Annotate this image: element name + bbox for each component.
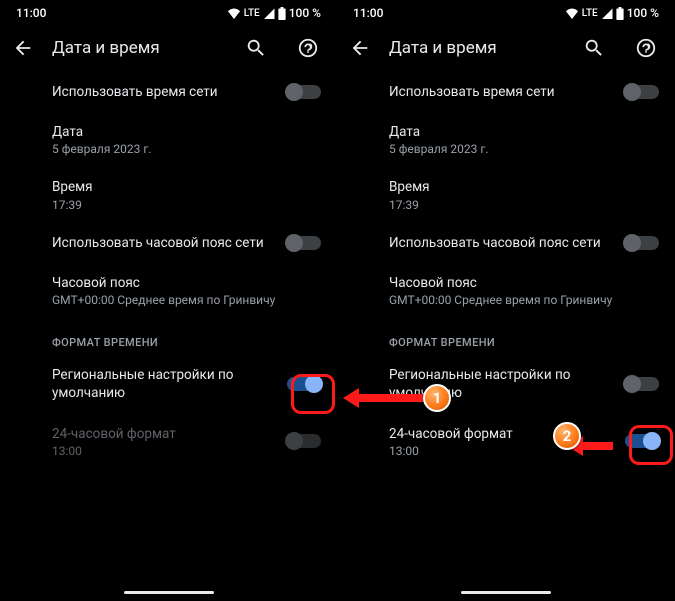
toggle-use-network-tz[interactable] (625, 236, 659, 250)
screen-right: 11:00 LTE 100 % Дата и время Использоват… (337, 0, 675, 601)
label: Использовать часовой пояс сети (389, 234, 619, 252)
toggle-use-network-time[interactable] (287, 85, 321, 99)
label: Региональные настройки по умолчанию (389, 366, 619, 402)
status-icons: LTE 100 % (565, 6, 659, 20)
toggle-regional-defaults[interactable] (625, 377, 659, 391)
row-use-network-tz[interactable]: Использовать часовой пояс сети (337, 223, 675, 263)
row-timezone[interactable]: Часовой пояс GMT+00:00 Среднее время по … (337, 263, 675, 318)
label: 24-часовой формат (52, 425, 281, 443)
back-icon[interactable] (12, 37, 34, 59)
page-title: Дата и время (389, 38, 565, 58)
label: Часовой пояс (389, 274, 619, 292)
toggle-24h-format[interactable] (625, 434, 659, 448)
value: 13:00 (52, 444, 281, 458)
label: Дата (52, 123, 281, 141)
signal-icon (263, 8, 275, 19)
label: Дата (389, 123, 619, 141)
app-bar: Дата и время (0, 26, 337, 70)
status-time: 11:00 (16, 6, 46, 20)
page-title: Дата и время (52, 38, 227, 58)
search-icon[interactable] (583, 37, 605, 59)
value: GMT+00:00 Среднее время по Гринвичу (52, 293, 281, 307)
value: 5 февраля 2023 г. (52, 142, 281, 156)
row-use-network-tz[interactable]: Использовать часовой пояс сети (0, 223, 337, 263)
toggle-use-network-time[interactable] (625, 85, 659, 99)
value: GMT+00:00 Среднее время по Гринвичу (389, 293, 619, 307)
status-icons: LTE 100 % (227, 6, 321, 20)
screen-left: 11:00 LTE 100 % Дата и время Использоват… (0, 0, 337, 601)
row-24h-format[interactable]: 24-часовой формат 13:00 (337, 414, 675, 469)
row-timezone[interactable]: Часовой пояс GMT+00:00 Среднее время по … (0, 263, 337, 318)
battery-icon (616, 7, 624, 20)
label: Использовать время сети (52, 83, 281, 101)
battery-icon (278, 7, 286, 20)
nav-bar-pill[interactable] (124, 591, 214, 594)
row-time[interactable]: Время 17:39 (0, 167, 337, 222)
row-date[interactable]: Дата 5 февраля 2023 г. (337, 112, 675, 167)
row-use-network-time[interactable]: Использовать время сети (337, 72, 675, 112)
row-24h-format: 24-часовой формат 13:00 (0, 414, 337, 469)
status-time: 11:00 (353, 6, 383, 20)
label: Часовой пояс (52, 274, 281, 292)
value: 13:00 (389, 444, 619, 458)
label: Время (52, 178, 281, 196)
help-icon[interactable] (297, 37, 319, 59)
row-regional-defaults[interactable]: Региональные настройки по умолчанию (0, 355, 337, 413)
toggle-24h-format (287, 434, 321, 448)
status-battery: 100 % (627, 6, 659, 20)
wifi-icon (227, 8, 241, 19)
section-time-format: ФОРМАТ ВРЕМЕНИ (337, 318, 675, 355)
toggle-use-network-tz[interactable] (287, 236, 321, 250)
help-icon[interactable] (635, 37, 657, 59)
status-network: LTE (244, 8, 260, 19)
label: Региональные настройки по умолчанию (52, 366, 281, 402)
settings-list: Использовать время сети Дата 5 февраля 2… (0, 70, 337, 469)
row-date[interactable]: Дата 5 февраля 2023 г. (0, 112, 337, 167)
toggle-regional-defaults[interactable] (287, 377, 321, 391)
back-icon[interactable] (349, 37, 371, 59)
value: 5 февраля 2023 г. (389, 142, 619, 156)
status-network: LTE (582, 8, 598, 19)
value: 17:39 (52, 198, 281, 212)
settings-list: Использовать время сети Дата 5 февраля 2… (337, 70, 675, 469)
nav-bar-pill[interactable] (461, 591, 551, 594)
status-bar: 11:00 LTE 100 % (0, 0, 337, 26)
value: 17:39 (389, 198, 619, 212)
wifi-icon (565, 8, 579, 19)
row-time[interactable]: Время 17:39 (337, 167, 675, 222)
signal-icon (601, 8, 613, 19)
app-bar: Дата и время (337, 26, 675, 70)
search-icon[interactable] (245, 37, 267, 59)
label: 24-часовой формат (389, 425, 619, 443)
section-time-format: ФОРМАТ ВРЕМЕНИ (0, 318, 337, 355)
status-bar: 11:00 LTE 100 % (337, 0, 675, 26)
status-battery: 100 % (289, 6, 321, 20)
label: Использовать часовой пояс сети (52, 234, 281, 252)
row-regional-defaults[interactable]: Региональные настройки по умолчанию (337, 355, 675, 413)
label: Использовать время сети (389, 83, 619, 101)
row-use-network-time[interactable]: Использовать время сети (0, 72, 337, 112)
label: Время (389, 178, 619, 196)
